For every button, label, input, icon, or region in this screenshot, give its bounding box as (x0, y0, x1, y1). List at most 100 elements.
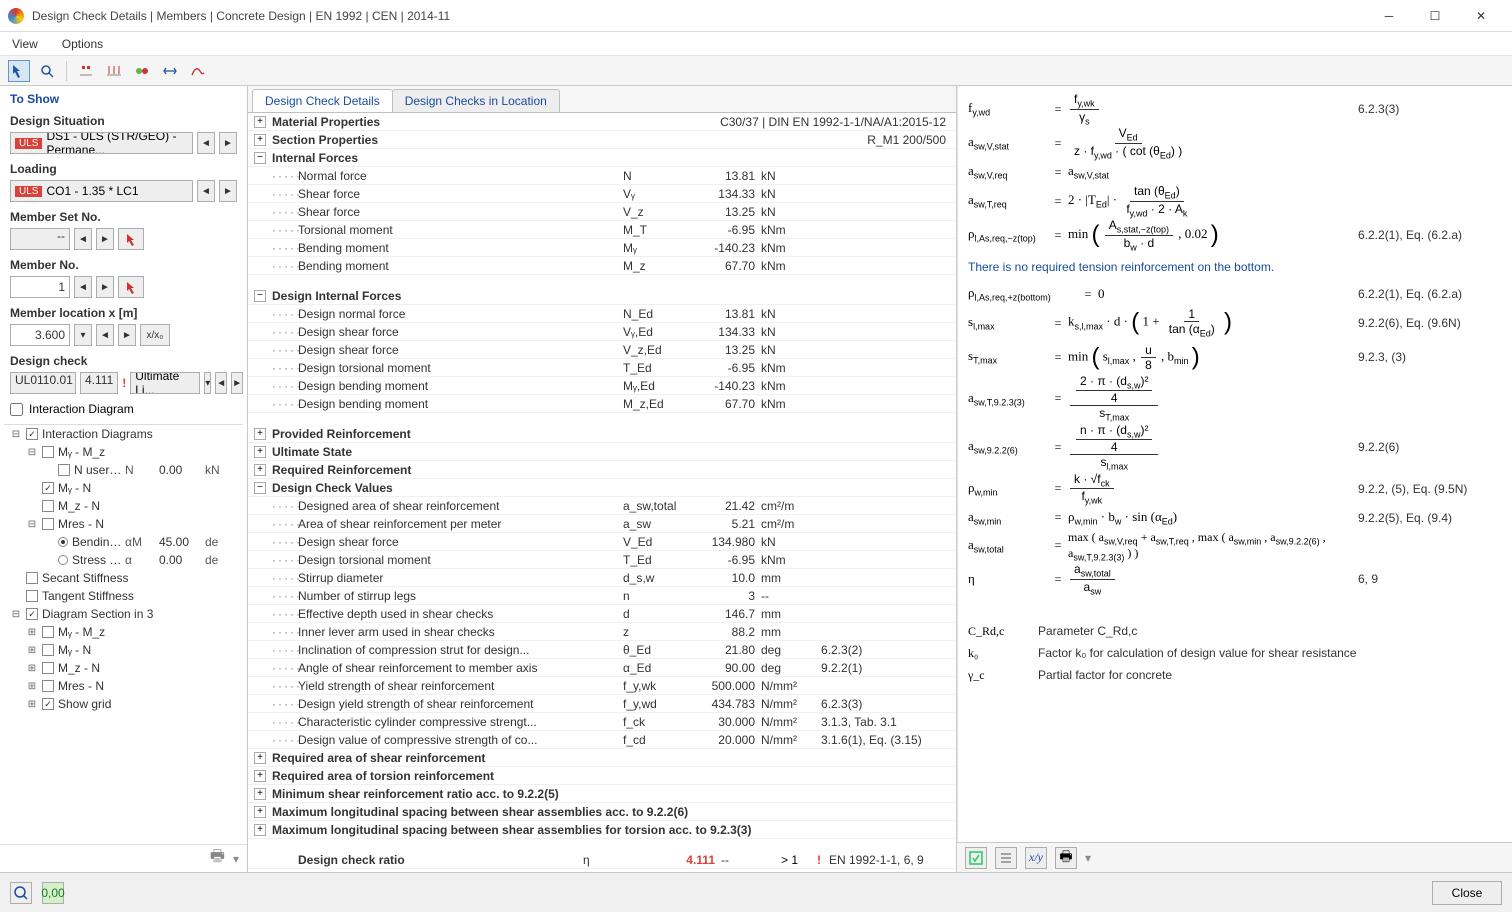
tool-supports-icon[interactable] (75, 60, 97, 82)
rp-print-drop[interactable]: ▾ (1085, 851, 1091, 865)
section-header[interactable]: +Maximum longitudinal spacing between sh… (248, 821, 956, 839)
expander-icon[interactable]: + (254, 824, 266, 836)
expander-icon[interactable]: + (254, 428, 266, 440)
expander-icon[interactable]: + (254, 770, 266, 782)
expander-icon[interactable]: − (254, 290, 266, 302)
tool-dims-icon[interactable] (159, 60, 181, 82)
section-header[interactable]: +Material PropertiesC30/37 | DIN EN 1992… (248, 113, 956, 131)
tool-result-icon[interactable] (187, 60, 209, 82)
co-next-button[interactable]: ► (219, 180, 237, 202)
tree-checkbox[interactable] (42, 518, 54, 530)
rp-print-button[interactable]: 🖶 (1055, 847, 1077, 869)
tree-row[interactable]: ⊟Mres - N (4, 515, 243, 533)
dc-prev-button[interactable]: ◄ (215, 372, 227, 394)
maximize-button[interactable]: ☐ (1412, 0, 1458, 32)
mn-prev-button[interactable]: ◄ (74, 276, 92, 298)
section-header[interactable]: +Required area of torsion reinforcement (248, 767, 956, 785)
tree-row[interactable]: Tangent Stiffness (4, 587, 243, 605)
expander-icon[interactable]: + (254, 134, 266, 146)
minimize-button[interactable]: ─ (1366, 0, 1412, 32)
expander-icon[interactable]: + (254, 446, 266, 458)
tree-expander[interactable]: ⊟ (26, 447, 38, 458)
tree-expander[interactable]: ⊞ (26, 627, 38, 638)
section-header[interactable]: +Section PropertiesR_M1 200/500 (248, 131, 956, 149)
tree-expander[interactable]: ⊟ (26, 519, 38, 530)
interaction-checkbox-input[interactable] (10, 403, 23, 416)
expander-icon[interactable]: + (254, 116, 266, 128)
tree-row[interactable]: ⊞M_z - N (4, 659, 243, 677)
section-header[interactable]: −Internal Forces (248, 149, 956, 167)
ms-prev-button[interactable]: ◄ (74, 228, 92, 250)
tree-row[interactable]: ⊞Mres - N (4, 677, 243, 695)
tree-radio[interactable] (58, 537, 68, 547)
tree-checkbox[interactable] (26, 428, 38, 440)
expander-icon[interactable]: + (254, 806, 266, 818)
tree-row[interactable]: ⊟Interaction Diagrams (4, 425, 243, 443)
member-set-input[interactable]: -- (10, 228, 70, 250)
expander-icon[interactable]: + (254, 752, 266, 764)
ms-next-button[interactable]: ► (96, 228, 114, 250)
expander-icon[interactable]: + (254, 788, 266, 800)
tree-row[interactable]: ⊟Diagram Section in 3 (4, 605, 243, 623)
dc-type-combo[interactable]: Ultimate Li... (130, 372, 200, 394)
tree-checkbox[interactable] (42, 626, 54, 638)
ml-drop-button[interactable]: ▾ (74, 324, 92, 346)
ml-next-button[interactable]: ► (118, 324, 136, 346)
menu-options[interactable]: Options (62, 37, 103, 51)
section-header[interactable]: +Provided Reinforcement (248, 425, 956, 443)
tree-checkbox[interactable] (26, 608, 38, 620)
menu-view[interactable]: View (12, 37, 38, 51)
rp-btn-3[interactable]: x/y (1025, 847, 1047, 869)
section-header[interactable]: +Minimum shear reinforcement ratio acc. … (248, 785, 956, 803)
ds-next-button[interactable]: ► (219, 132, 237, 154)
tree-expander[interactable]: ⊞ (26, 645, 38, 656)
section-header[interactable]: −Design Internal Forces (248, 287, 956, 305)
ml-prev-button[interactable]: ◄ (96, 324, 114, 346)
tree-expander[interactable]: ⊞ (26, 663, 38, 674)
tree-row[interactable]: Secant Stiffness (4, 569, 243, 587)
tree-row[interactable]: Stress plane aα0.00de (4, 551, 243, 569)
tab-design-check-details[interactable]: Design Check Details (252, 89, 393, 112)
design-situation-combo[interactable]: ULS DS1 - ULS (STR/GEO) - Permane... (10, 132, 193, 154)
tool-zoom-extents[interactable] (36, 60, 58, 82)
expander-icon[interactable]: − (254, 152, 266, 164)
tree-row[interactable]: Bending momαM45.00de (4, 533, 243, 551)
tree-expander[interactable]: ⊞ (26, 699, 38, 710)
section-header[interactable]: −Design Check Values (248, 479, 956, 497)
tree-checkbox[interactable] (42, 500, 54, 512)
dc-next-button[interactable]: ► (231, 372, 243, 394)
tree-row[interactable]: ⊞Show grid (4, 695, 243, 713)
member-no-input[interactable] (10, 276, 70, 298)
ml-xx0-button[interactable]: x/x₀ (140, 324, 170, 346)
loading-combo[interactable]: ULS CO1 - 1.35 * LC1 (10, 180, 193, 202)
tree-row[interactable]: N user-definedN0.00kN (4, 461, 243, 479)
help-button[interactable] (10, 882, 32, 904)
tree-expander[interactable]: ⊟ (10, 609, 22, 620)
tree-row[interactable]: Mᵧ - N (4, 479, 243, 497)
mn-next-button[interactable]: ► (96, 276, 114, 298)
co-prev-button[interactable]: ◄ (197, 180, 215, 202)
tree-checkbox[interactable] (42, 662, 54, 674)
tree-row[interactable]: ⊞Mᵧ - N (4, 641, 243, 659)
ms-pick-button[interactable] (118, 228, 144, 250)
tool-circles-icon[interactable] (131, 60, 153, 82)
dc-drop-button[interactable]: ▾ (204, 372, 211, 394)
tree-expander[interactable]: ⊞ (26, 681, 38, 692)
rp-btn-1[interactable] (965, 847, 987, 869)
expander-icon[interactable]: − (254, 482, 266, 494)
dialog-close-button[interactable]: Close (1432, 881, 1502, 905)
tree-checkbox[interactable] (42, 698, 54, 710)
member-loc-input[interactable] (10, 324, 70, 346)
units-button[interactable]: 0,00 (42, 882, 64, 904)
tree-checkbox[interactable] (42, 482, 54, 494)
interaction-checkbox[interactable]: Interaction Diagram (10, 402, 237, 416)
mn-pick-button[interactable] (118, 276, 144, 298)
print-drop[interactable]: ▾ (233, 852, 239, 866)
tree-checkbox[interactable] (42, 680, 54, 692)
section-header[interactable]: +Required Reinforcement (248, 461, 956, 479)
tree-checkbox[interactable] (42, 644, 54, 656)
section-header[interactable]: +Maximum longitudinal spacing between sh… (248, 803, 956, 821)
tree-expander[interactable]: ⊟ (10, 429, 22, 440)
section-header[interactable]: +Required area of shear reinforcement (248, 749, 956, 767)
tool-load-icon[interactable] (103, 60, 125, 82)
